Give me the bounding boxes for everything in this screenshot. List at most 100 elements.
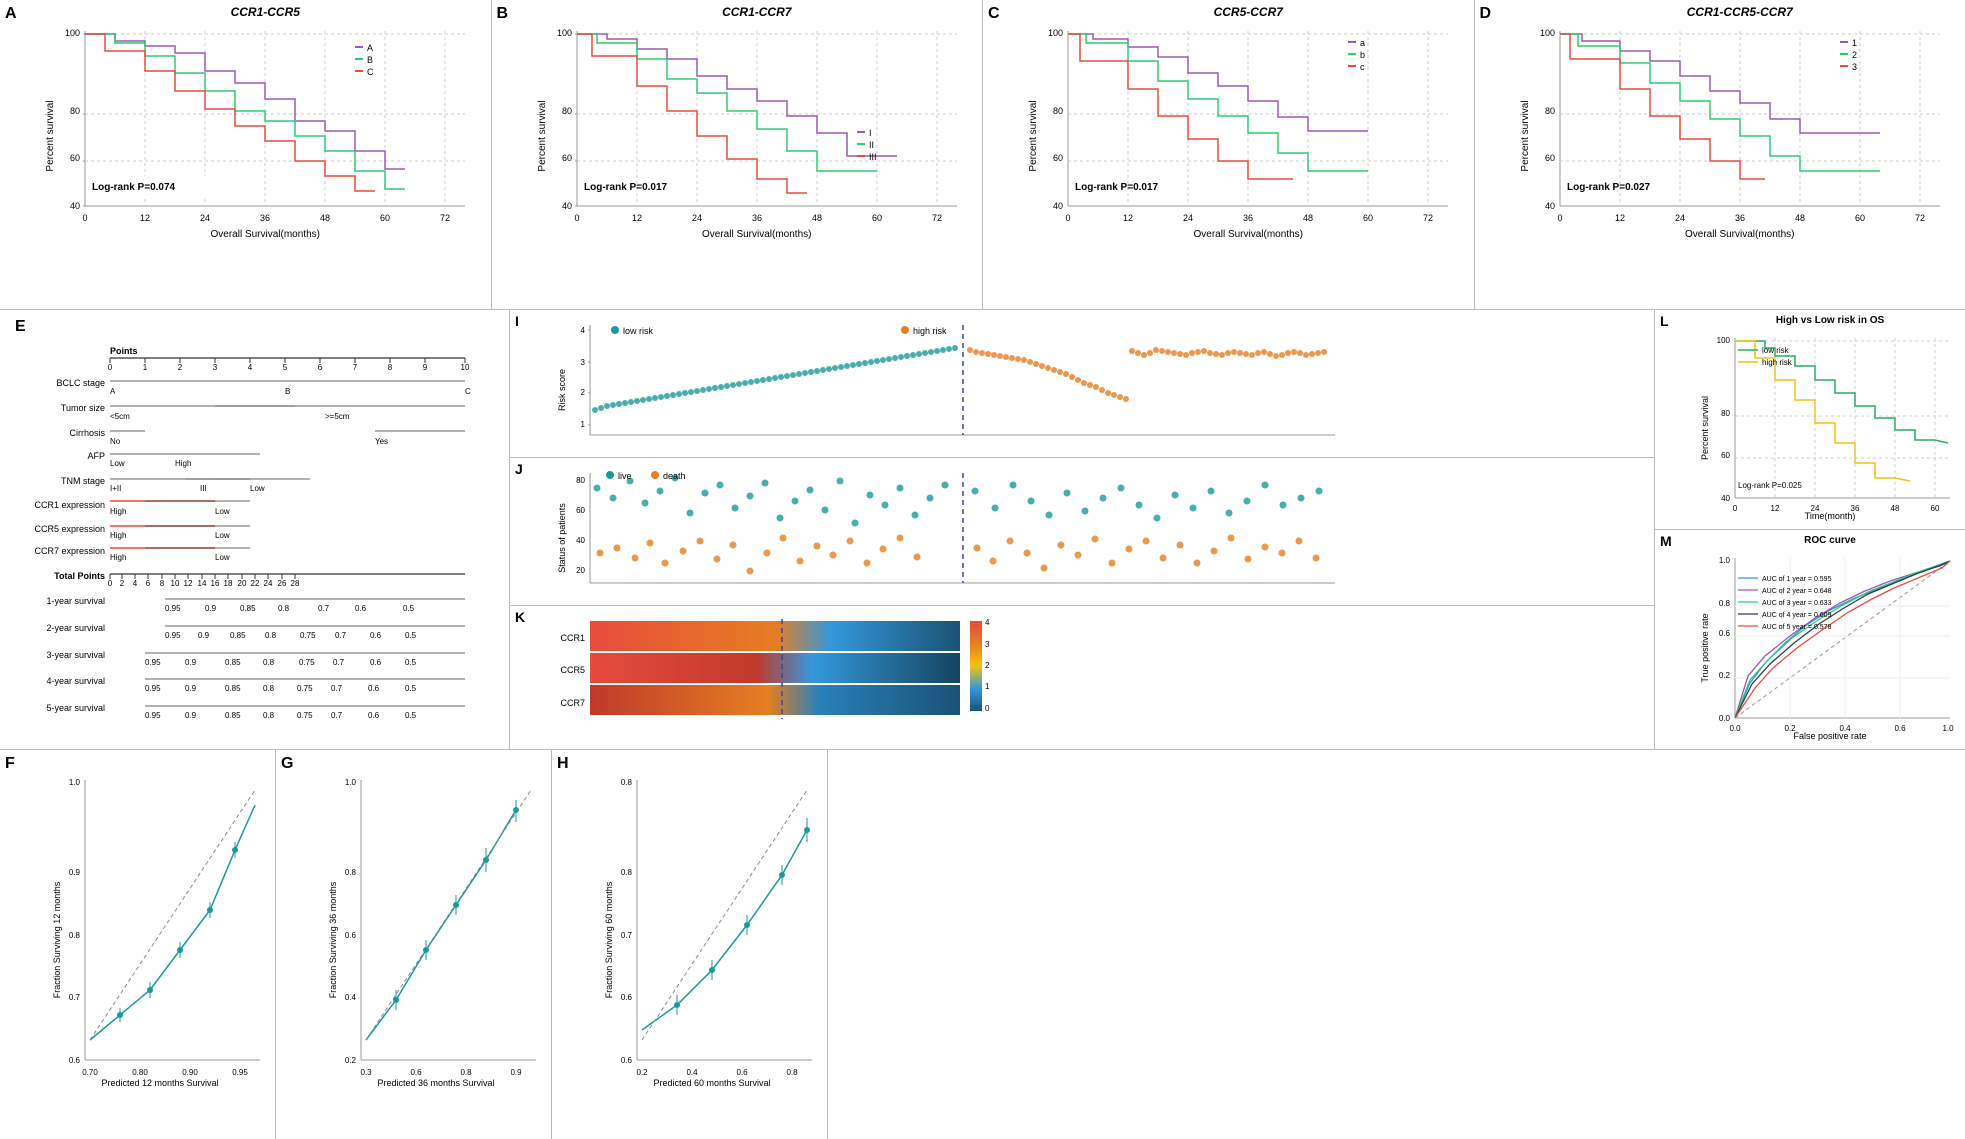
svg-text:low risk: low risk xyxy=(623,326,654,336)
svg-text:1.0: 1.0 xyxy=(1942,724,1954,733)
svg-text:0.6: 0.6 xyxy=(1719,629,1731,638)
svg-text:0: 0 xyxy=(108,579,113,588)
svg-text:0.6: 0.6 xyxy=(410,1068,422,1077)
svg-text:c: c xyxy=(1360,62,1365,72)
svg-text:0.75: 0.75 xyxy=(300,631,316,640)
svg-text:Low: Low xyxy=(110,459,125,468)
svg-text:0.95: 0.95 xyxy=(145,658,161,667)
svg-text:4: 4 xyxy=(581,326,586,335)
svg-text:0.5: 0.5 xyxy=(405,631,417,640)
svg-text:5-year survival: 5-year survival xyxy=(46,703,105,713)
svg-text:6: 6 xyxy=(146,579,151,588)
svg-text:CCR1 expression: CCR1 expression xyxy=(34,500,105,510)
svg-text:0.9: 0.9 xyxy=(185,658,197,667)
panel-c: C CCR5-CCR7 Percent survival 40 60 80 10… xyxy=(983,0,1475,309)
panel-m-label: M xyxy=(1660,533,1672,549)
svg-text:CCR7 expression: CCR7 expression xyxy=(34,546,105,556)
svg-text:0.8: 0.8 xyxy=(345,868,357,877)
svg-text:72: 72 xyxy=(440,213,450,223)
svg-text:24: 24 xyxy=(264,579,273,588)
bottom-row: F Fraction Surviving 12 months 0.6 0.7 0… xyxy=(0,750,820,1139)
svg-text:40: 40 xyxy=(70,201,80,211)
svg-text:II: II xyxy=(869,140,874,150)
svg-text:48: 48 xyxy=(320,213,330,223)
svg-text:14: 14 xyxy=(198,579,207,588)
svg-text:80: 80 xyxy=(70,106,80,116)
svg-text:B: B xyxy=(367,55,373,65)
svg-text:100: 100 xyxy=(1048,28,1063,38)
panel-l-chart: Percent survival 40 60 80 100 0 12 24 36… xyxy=(1700,328,1960,523)
svg-text:2: 2 xyxy=(985,661,990,670)
svg-text:4-year survival: 4-year survival xyxy=(46,676,105,686)
svg-text:36: 36 xyxy=(1734,213,1744,223)
svg-text:AUC of 5 year = 0.578: AUC of 5 year = 0.578 xyxy=(1762,624,1832,631)
svg-text:60: 60 xyxy=(380,213,390,223)
svg-text:Low: Low xyxy=(250,484,265,493)
svg-text:0.9: 0.9 xyxy=(198,631,210,640)
svg-text:16: 16 xyxy=(211,579,220,588)
svg-text:2: 2 xyxy=(581,388,586,397)
svg-text:III: III xyxy=(869,152,877,162)
svg-text:0.5: 0.5 xyxy=(403,604,415,613)
svg-text:40: 40 xyxy=(1544,201,1554,211)
svg-text:40: 40 xyxy=(1721,494,1730,503)
svg-text:0.8: 0.8 xyxy=(278,604,290,613)
svg-text:A: A xyxy=(110,387,116,396)
svg-text:1.0: 1.0 xyxy=(345,778,357,787)
svg-text:Log-rank P=0.025: Log-rank P=0.025 xyxy=(1738,481,1802,490)
panel-l-label: L xyxy=(1660,313,1669,329)
svg-text:III: III xyxy=(200,484,207,493)
svg-text:0.7: 0.7 xyxy=(621,931,633,940)
svg-text:Cirrhosis: Cirrhosis xyxy=(69,428,105,438)
nomogram-svg: Points 0 1 2 3 4 5 6 7 8 xyxy=(15,336,505,749)
panel-h-label: H xyxy=(557,755,569,773)
svg-text:0.8: 0.8 xyxy=(460,1068,472,1077)
svg-text:24: 24 xyxy=(1674,213,1684,223)
panel-b-chart: Percent survival 40 60 80 100 0 12 24 36… xyxy=(537,21,978,241)
panel-e: E Points 0 1 2 3 4 5 6 7 xyxy=(0,310,510,749)
panel-h-chart: Fraction Surviving 60 months 0.6 0.6 0.7… xyxy=(602,760,822,1100)
svg-text:60: 60 xyxy=(576,506,585,515)
svg-text:live: live xyxy=(618,471,632,481)
svg-text:0.4: 0.4 xyxy=(345,993,357,1002)
panel-f-label: F xyxy=(5,755,15,773)
svg-text:0.85: 0.85 xyxy=(225,658,241,667)
panel-k: K CCR1 xyxy=(510,606,1654,754)
panel-b-label: B xyxy=(497,5,509,23)
svg-text:0.6: 0.6 xyxy=(345,931,357,940)
svg-text:Low: Low xyxy=(215,531,230,540)
svg-text:b: b xyxy=(1360,50,1365,60)
svg-text:7: 7 xyxy=(353,363,358,372)
panel-m: M ROC curve True positive rate 0.0 0.2 0… xyxy=(1655,530,1965,749)
svg-text:low risk: low risk xyxy=(1762,346,1790,355)
svg-text:0.6: 0.6 xyxy=(370,631,382,640)
svg-text:1: 1 xyxy=(985,682,990,691)
svg-text:22: 22 xyxy=(251,579,260,588)
svg-text:60: 60 xyxy=(1053,153,1063,163)
svg-text:3: 3 xyxy=(581,358,586,367)
svg-text:death: death xyxy=(663,471,686,481)
svg-text:0.8: 0.8 xyxy=(69,931,81,940)
svg-text:4: 4 xyxy=(985,618,990,627)
panel-b-title: CCR1-CCR7 xyxy=(537,5,978,19)
svg-text:80: 80 xyxy=(576,476,585,485)
panel-a-label: A xyxy=(5,5,17,23)
svg-text:24: 24 xyxy=(200,213,210,223)
svg-text:BCLC stage: BCLC stage xyxy=(56,378,105,388)
svg-text:1-year survival: 1-year survival xyxy=(46,596,105,606)
svg-text:0: 0 xyxy=(574,213,579,223)
svg-text:No: No xyxy=(110,437,121,446)
svg-text:AUC of 3 year = 0.633: AUC of 3 year = 0.633 xyxy=(1762,600,1832,607)
svg-text:Risk score: Risk score xyxy=(557,369,567,411)
svg-text:<5cm: <5cm xyxy=(110,412,130,421)
svg-text:0.2: 0.2 xyxy=(1719,671,1731,680)
svg-text:0.7: 0.7 xyxy=(333,658,345,667)
svg-text:0.4: 0.4 xyxy=(686,1068,698,1077)
svg-text:4: 4 xyxy=(248,363,253,372)
svg-text:1.0: 1.0 xyxy=(1719,556,1731,565)
svg-text:3: 3 xyxy=(1852,62,1857,72)
svg-text:4: 4 xyxy=(133,579,138,588)
svg-text:100: 100 xyxy=(65,28,80,38)
panel-g-chart: Fraction Surviving 36 months 0.2 0.4 0.6… xyxy=(326,760,546,1100)
svg-text:Low: Low xyxy=(215,507,230,516)
